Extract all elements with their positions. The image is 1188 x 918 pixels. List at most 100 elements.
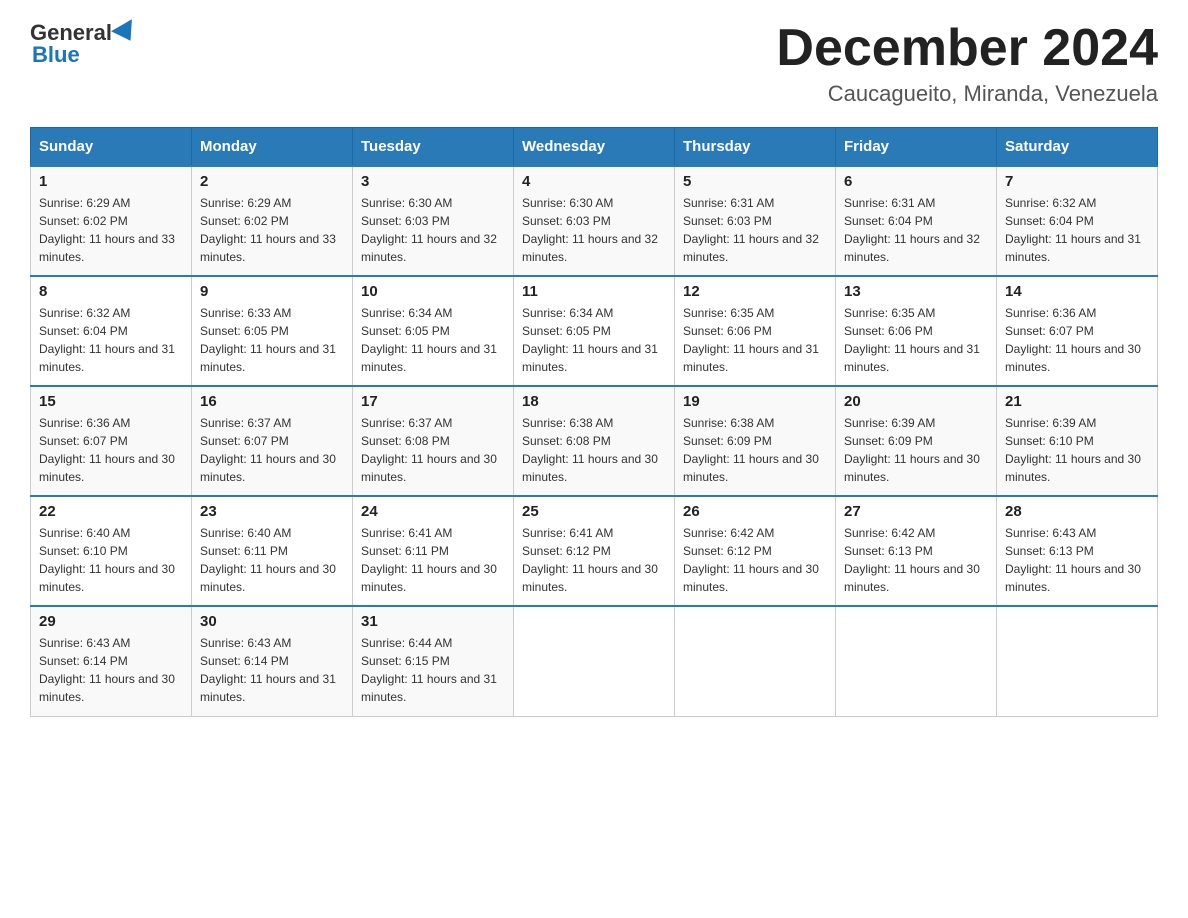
- calendar-cell: [675, 606, 836, 716]
- day-number: 9: [200, 283, 344, 300]
- day-number: 1: [39, 173, 183, 190]
- header-friday: Friday: [836, 128, 997, 167]
- day-info: Sunrise: 6:31 AMSunset: 6:04 PMDaylight:…: [844, 194, 988, 266]
- day-info: Sunrise: 6:30 AMSunset: 6:03 PMDaylight:…: [361, 194, 505, 266]
- day-info: Sunrise: 6:41 AMSunset: 6:11 PMDaylight:…: [361, 524, 505, 596]
- header-wednesday: Wednesday: [514, 128, 675, 167]
- day-info: Sunrise: 6:29 AMSunset: 6:02 PMDaylight:…: [200, 194, 344, 266]
- day-info: Sunrise: 6:44 AMSunset: 6:15 PMDaylight:…: [361, 634, 505, 706]
- day-number: 29: [39, 613, 183, 630]
- day-number: 2: [200, 173, 344, 190]
- header-saturday: Saturday: [997, 128, 1158, 167]
- calendar-cell: 3 Sunrise: 6:30 AMSunset: 6:03 PMDaylight…: [353, 166, 514, 276]
- logo: General Blue: [30, 20, 140, 68]
- day-number: 21: [1005, 393, 1149, 410]
- calendar-cell: 21 Sunrise: 6:39 AMSunset: 6:10 PMDayligh…: [997, 386, 1158, 496]
- calendar-cell: 13 Sunrise: 6:35 AMSunset: 6:06 PMDayligh…: [836, 276, 997, 386]
- calendar-cell: 30 Sunrise: 6:43 AMSunset: 6:14 PMDayligh…: [192, 606, 353, 716]
- day-number: 20: [844, 393, 988, 410]
- day-number: 6: [844, 173, 988, 190]
- calendar-cell: 24 Sunrise: 6:41 AMSunset: 6:11 PMDayligh…: [353, 496, 514, 606]
- day-info: Sunrise: 6:43 AMSunset: 6:13 PMDaylight:…: [1005, 524, 1149, 596]
- day-number: 22: [39, 503, 183, 520]
- logo-blue: Blue: [32, 42, 80, 67]
- page-header: General Blue December 2024 Caucagueito, …: [30, 20, 1158, 107]
- calendar-cell: 4Sunrise: 6:30 AMSunset: 6:03 PMDaylight…: [514, 166, 675, 276]
- calendar-cell: 7Sunrise: 6:32 AMSunset: 6:04 PMDaylight…: [997, 166, 1158, 276]
- day-info: Sunrise: 6:30 AMSunset: 6:03 PMDaylight:…: [522, 194, 666, 266]
- week-row-2: 8 Sunrise: 6:32 AMSunset: 6:04 PMDaylight…: [31, 276, 1158, 386]
- day-info: Sunrise: 6:43 AMSunset: 6:14 PMDaylight:…: [39, 634, 183, 706]
- day-number: 14: [1005, 283, 1149, 300]
- calendar-cell: 26Sunrise: 6:42 AMSunset: 6:12 PMDayligh…: [675, 496, 836, 606]
- calendar-cell: 29 Sunrise: 6:43 AMSunset: 6:14 PMDayligh…: [31, 606, 192, 716]
- day-number: 5: [683, 173, 827, 190]
- day-number: 13: [844, 283, 988, 300]
- calendar-cell: 11 Sunrise: 6:34 AMSunset: 6:05 PMDayligh…: [514, 276, 675, 386]
- day-info: Sunrise: 6:32 AMSunset: 6:04 PMDaylight:…: [1005, 194, 1149, 266]
- day-info: Sunrise: 6:42 AMSunset: 6:13 PMDaylight:…: [844, 524, 988, 596]
- day-info: Sunrise: 6:40 AMSunset: 6:10 PMDaylight:…: [39, 524, 183, 596]
- logo-arrow-icon: [111, 19, 141, 47]
- calendar-cell: 20 Sunrise: 6:39 AMSunset: 6:09 PMDayligh…: [836, 386, 997, 496]
- calendar-cell: 10Sunrise: 6:34 AMSunset: 6:05 PMDayligh…: [353, 276, 514, 386]
- day-number: 28: [1005, 503, 1149, 520]
- calendar-cell: 14Sunrise: 6:36 AMSunset: 6:07 PMDayligh…: [997, 276, 1158, 386]
- calendar-cell: 15 Sunrise: 6:36 AMSunset: 6:07 PMDayligh…: [31, 386, 192, 496]
- day-info: Sunrise: 6:41 AMSunset: 6:12 PMDaylight:…: [522, 524, 666, 596]
- day-number: 16: [200, 393, 344, 410]
- day-number: 25: [522, 503, 666, 520]
- day-info: Sunrise: 6:37 AMSunset: 6:08 PMDaylight:…: [361, 414, 505, 486]
- day-info: Sunrise: 6:39 AMSunset: 6:09 PMDaylight:…: [844, 414, 988, 486]
- calendar-cell: 19 Sunrise: 6:38 AMSunset: 6:09 PMDayligh…: [675, 386, 836, 496]
- calendar-cell: [997, 606, 1158, 716]
- day-info: Sunrise: 6:35 AMSunset: 6:06 PMDaylight:…: [844, 304, 988, 376]
- day-info: Sunrise: 6:32 AMSunset: 6:04 PMDaylight:…: [39, 304, 183, 376]
- day-info: Sunrise: 6:43 AMSunset: 6:14 PMDaylight:…: [200, 634, 344, 706]
- calendar-cell: 27 Sunrise: 6:42 AMSunset: 6:13 PMDayligh…: [836, 496, 997, 606]
- day-number: 3: [361, 173, 505, 190]
- day-info: Sunrise: 6:33 AMSunset: 6:05 PMDaylight:…: [200, 304, 344, 376]
- day-info: Sunrise: 6:36 AMSunset: 6:07 PMDaylight:…: [39, 414, 183, 486]
- day-number: 19: [683, 393, 827, 410]
- calendar-table: SundayMondayTuesdayWednesdayThursdayFrid…: [30, 127, 1158, 717]
- day-number: 24: [361, 503, 505, 520]
- day-number: 23: [200, 503, 344, 520]
- location-title: Caucagueito, Miranda, Venezuela: [776, 81, 1158, 107]
- day-number: 26: [683, 503, 827, 520]
- day-info: Sunrise: 6:37 AMSunset: 6:07 PMDaylight:…: [200, 414, 344, 486]
- month-title: December 2024: [776, 20, 1158, 77]
- week-row-5: 29 Sunrise: 6:43 AMSunset: 6:14 PMDayligh…: [31, 606, 1158, 716]
- header-tuesday: Tuesday: [353, 128, 514, 167]
- calendar-cell: 8 Sunrise: 6:32 AMSunset: 6:04 PMDaylight…: [31, 276, 192, 386]
- calendar-cell: 17Sunrise: 6:37 AMSunset: 6:08 PMDayligh…: [353, 386, 514, 496]
- day-number: 8: [39, 283, 183, 300]
- calendar-cell: 2 Sunrise: 6:29 AMSunset: 6:02 PMDaylight…: [192, 166, 353, 276]
- day-number: 27: [844, 503, 988, 520]
- calendar-cell: 5Sunrise: 6:31 AMSunset: 6:03 PMDaylight…: [675, 166, 836, 276]
- day-number: 12: [683, 283, 827, 300]
- calendar-header-row: SundayMondayTuesdayWednesdayThursdayFrid…: [31, 128, 1158, 167]
- day-number: 11: [522, 283, 666, 300]
- day-number: 10: [361, 283, 505, 300]
- calendar-cell: 22 Sunrise: 6:40 AMSunset: 6:10 PMDayligh…: [31, 496, 192, 606]
- calendar-cell: 28 Sunrise: 6:43 AMSunset: 6:13 PMDayligh…: [997, 496, 1158, 606]
- calendar-cell: 12Sunrise: 6:35 AMSunset: 6:06 PMDayligh…: [675, 276, 836, 386]
- calendar-cell: 18Sunrise: 6:38 AMSunset: 6:08 PMDayligh…: [514, 386, 675, 496]
- calendar-cell: 9 Sunrise: 6:33 AMSunset: 6:05 PMDaylight…: [192, 276, 353, 386]
- week-row-4: 22 Sunrise: 6:40 AMSunset: 6:10 PMDayligh…: [31, 496, 1158, 606]
- calendar-cell: 16 Sunrise: 6:37 AMSunset: 6:07 PMDayligh…: [192, 386, 353, 496]
- calendar-cell: 25 Sunrise: 6:41 AMSunset: 6:12 PMDayligh…: [514, 496, 675, 606]
- day-number: 30: [200, 613, 344, 630]
- day-info: Sunrise: 6:34 AMSunset: 6:05 PMDaylight:…: [522, 304, 666, 376]
- calendar-cell: [514, 606, 675, 716]
- day-number: 31: [361, 613, 505, 630]
- title-area: December 2024 Caucagueito, Miranda, Vene…: [776, 20, 1158, 107]
- day-info: Sunrise: 6:38 AMSunset: 6:08 PMDaylight:…: [522, 414, 666, 486]
- week-row-1: 1 Sunrise: 6:29 AMSunset: 6:02 PMDaylight…: [31, 166, 1158, 276]
- day-info: Sunrise: 6:38 AMSunset: 6:09 PMDaylight:…: [683, 414, 827, 486]
- header-monday: Monday: [192, 128, 353, 167]
- day-info: Sunrise: 6:39 AMSunset: 6:10 PMDaylight:…: [1005, 414, 1149, 486]
- day-number: 15: [39, 393, 183, 410]
- week-row-3: 15 Sunrise: 6:36 AMSunset: 6:07 PMDayligh…: [31, 386, 1158, 496]
